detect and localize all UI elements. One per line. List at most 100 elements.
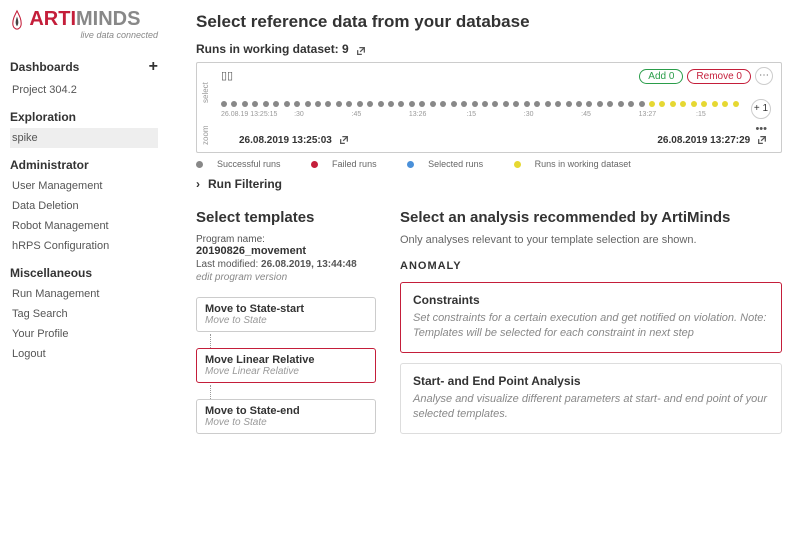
program-name-label: Program name: <box>196 234 376 245</box>
page-title: Select reference data from your database <box>196 12 782 32</box>
run-dot[interactable] <box>639 101 645 107</box>
sidebar-item-robot-mgmt[interactable]: Robot Management <box>10 216 158 236</box>
tick-label: 26.08.19 13:25:15 <box>221 111 277 118</box>
flow-node-subtitle: Move to State <box>205 417 367 428</box>
run-dot[interactable] <box>357 101 363 107</box>
external-link-icon[interactable] <box>339 135 349 145</box>
nav-admin-head[interactable]: Administrator <box>10 154 158 176</box>
run-dot[interactable] <box>670 101 676 107</box>
sidebar-item-project[interactable]: Project 304.2 <box>10 80 158 100</box>
timeline-bar[interactable]: 26.08.19 13:25:15:30:4513:26:15:30:4513:… <box>221 99 743 117</box>
tick-label: 13:26 <box>409 111 427 118</box>
run-dot[interactable] <box>284 101 290 107</box>
run-dot[interactable] <box>524 101 530 107</box>
runs-count-label: Runs in working dataset: 9 <box>196 42 782 56</box>
add-dashboard-icon[interactable]: + <box>149 58 158 76</box>
run-dot[interactable] <box>252 101 258 107</box>
run-dot[interactable] <box>451 101 457 107</box>
run-dot[interactable] <box>628 101 634 107</box>
run-dot[interactable] <box>513 101 519 107</box>
run-dot[interactable] <box>534 101 540 107</box>
run-dot[interactable] <box>430 101 436 107</box>
run-dot[interactable] <box>305 101 311 107</box>
run-dot[interactable] <box>566 101 572 107</box>
edit-program-link[interactable]: edit program version <box>196 272 376 283</box>
tick-label: 13:27 <box>639 111 657 118</box>
run-dot[interactable] <box>409 101 415 107</box>
nav-misc-head[interactable]: Miscellaneous <box>10 262 158 284</box>
sidebar-item-spike[interactable]: spike <box>10 128 158 148</box>
run-dot[interactable] <box>388 101 394 107</box>
logo: ARTIMINDS live data connected <box>10 8 158 40</box>
sidebar-item-hrps[interactable]: hRPS Configuration <box>10 236 158 256</box>
run-dot[interactable] <box>315 101 321 107</box>
card-title: Start- and End Point Analysis <box>413 374 769 388</box>
run-dot[interactable] <box>325 101 331 107</box>
run-dot[interactable] <box>461 101 467 107</box>
external-link-icon[interactable] <box>356 45 366 55</box>
run-dot[interactable] <box>472 101 478 107</box>
run-dot[interactable] <box>440 101 446 107</box>
run-dot[interactable] <box>398 101 404 107</box>
run-dot[interactable] <box>649 101 655 107</box>
flow-node-title: Move to State-start <box>205 303 367 315</box>
run-dot[interactable] <box>555 101 561 107</box>
ellipsis-icon[interactable]: ••• <box>755 123 767 135</box>
run-dot[interactable] <box>231 101 237 107</box>
legend-dot-working <box>514 161 521 168</box>
run-dot[interactable] <box>680 101 686 107</box>
run-dot[interactable] <box>346 101 352 107</box>
sidebar-item-data-deletion[interactable]: Data Deletion <box>10 196 158 216</box>
run-dot[interactable] <box>482 101 488 107</box>
timeline-plus-button[interactable]: + 1 <box>751 99 771 119</box>
analysis-card[interactable]: ConstraintsSet constraints for a certain… <box>400 282 782 353</box>
tick-label: :30 <box>294 111 304 118</box>
sidebar-item-profile[interactable]: Your Profile <box>10 324 158 344</box>
sidebar-item-user-mgmt[interactable]: User Management <box>10 176 158 196</box>
run-dot[interactable] <box>618 101 624 107</box>
run-dot[interactable] <box>378 101 384 107</box>
more-menu-icon[interactable]: ⋯ <box>755 67 773 85</box>
add-button[interactable]: Add 0 <box>639 69 683 84</box>
run-dot[interactable] <box>691 101 697 107</box>
select-axis-label: select <box>201 82 210 103</box>
run-dot[interactable] <box>367 101 373 107</box>
flow-node-title: Move Linear Relative <box>205 354 367 366</box>
run-dot[interactable] <box>712 101 718 107</box>
run-dot[interactable] <box>492 101 498 107</box>
run-dot[interactable] <box>221 101 227 107</box>
tick-label: :15 <box>466 111 476 118</box>
flow-node[interactable]: Move Linear RelativeMove Linear Relative <box>196 348 376 383</box>
run-dot[interactable] <box>659 101 665 107</box>
run-dot[interactable] <box>586 101 592 107</box>
run-dot[interactable] <box>597 101 603 107</box>
run-filtering-toggle[interactable]: ›Run Filtering <box>196 177 782 191</box>
run-dot[interactable] <box>419 101 425 107</box>
nav-dashboards-head[interactable]: Dashboards+ <box>10 54 158 80</box>
run-dot[interactable] <box>242 101 248 107</box>
run-dot[interactable] <box>545 101 551 107</box>
tick-label: :15 <box>696 111 706 118</box>
nav-exploration-head[interactable]: Exploration <box>10 106 158 128</box>
legend-dot-selected <box>407 161 414 168</box>
run-dot[interactable] <box>263 101 269 107</box>
run-dot[interactable] <box>576 101 582 107</box>
sidebar-item-logout[interactable]: Logout <box>10 344 158 364</box>
run-dot[interactable] <box>722 101 728 107</box>
book-icon[interactable]: ▯▯ <box>221 69 233 82</box>
remove-button[interactable]: Remove 0 <box>687 69 751 84</box>
run-dot[interactable] <box>336 101 342 107</box>
run-dot[interactable] <box>733 101 739 107</box>
run-dot[interactable] <box>294 101 300 107</box>
run-dot[interactable] <box>701 101 707 107</box>
sidebar-item-tag-search[interactable]: Tag Search <box>10 304 158 324</box>
run-dot[interactable] <box>273 101 279 107</box>
run-dot[interactable] <box>607 101 613 107</box>
flow-node[interactable]: Move to State-endMove to State <box>196 399 376 434</box>
analysis-subtitle: Only analyses relevant to your template … <box>400 234 782 246</box>
sidebar-item-run-mgmt[interactable]: Run Management <box>10 284 158 304</box>
analysis-card[interactable]: Start- and End Point AnalysisAnalyse and… <box>400 363 782 434</box>
external-link-icon[interactable] <box>757 135 767 145</box>
run-dot[interactable] <box>503 101 509 107</box>
flow-node[interactable]: Move to State-startMove to State <box>196 297 376 332</box>
